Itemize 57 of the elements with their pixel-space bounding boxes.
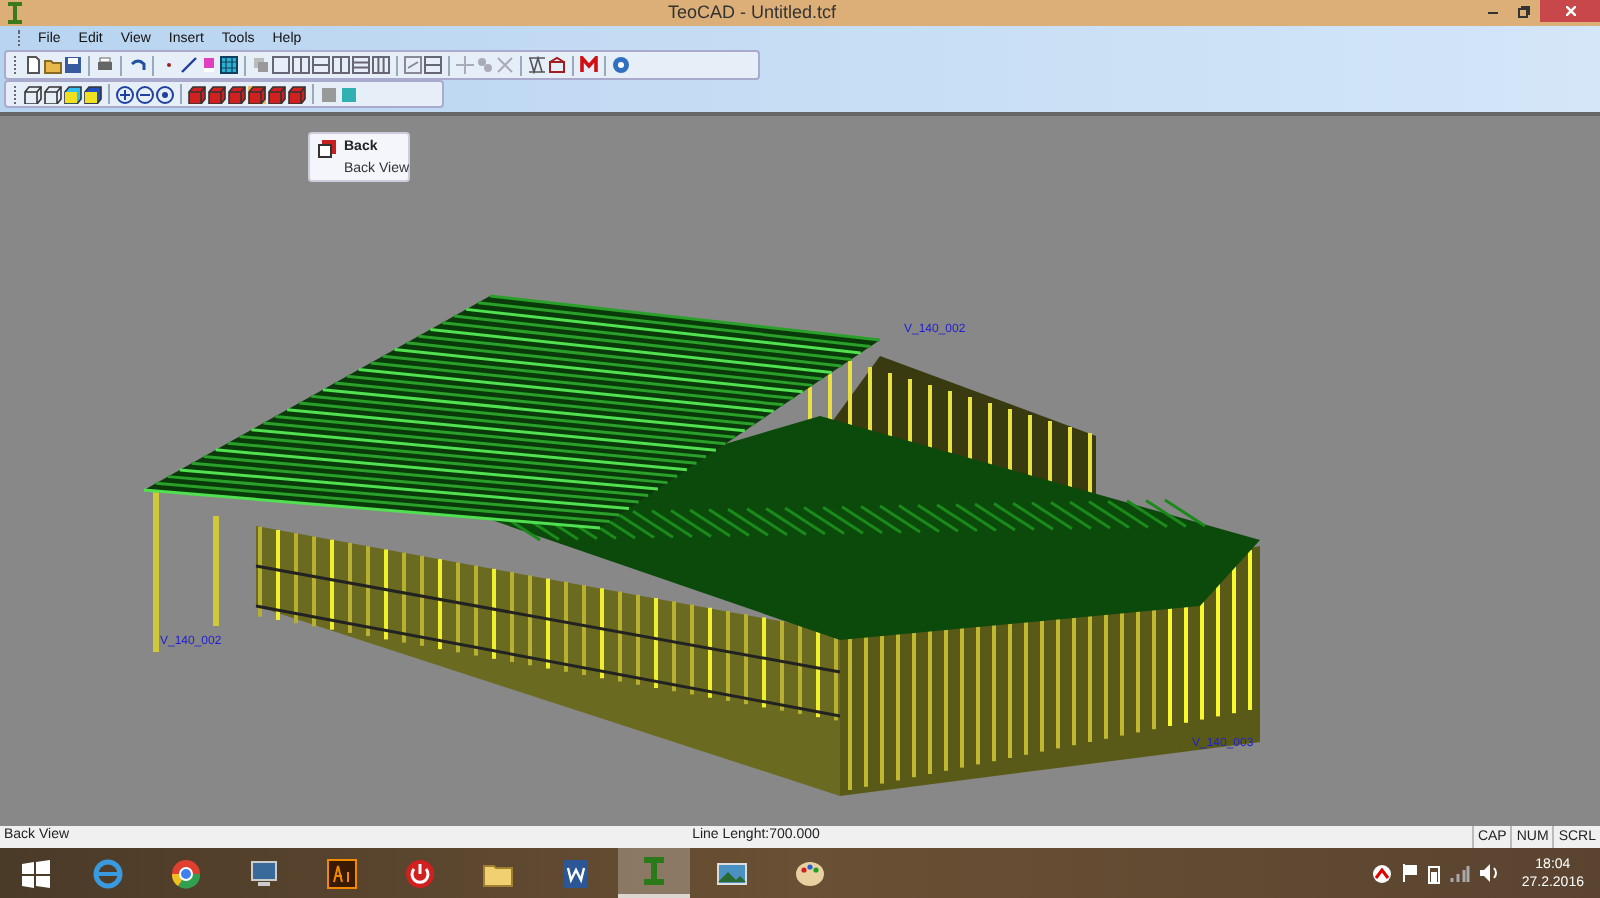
shaded-cube-icon[interactable] <box>64 85 82 103</box>
three-columns-icon[interactable] <box>372 56 390 74</box>
windows-logo-icon <box>22 859 50 887</box>
shaded-cube-icon[interactable] <box>84 85 102 103</box>
three-rows-icon[interactable] <box>352 56 370 74</box>
grid-icon[interactable] <box>220 56 238 74</box>
landscape-icon <box>716 857 748 889</box>
tray-icon[interactable] <box>1371 863 1392 883</box>
solid-cube-view-icon[interactable] <box>268 85 286 103</box>
wireframe-cube-icon[interactable] <box>44 85 62 103</box>
solid-cube-view-icon[interactable] <box>188 85 206 103</box>
i-beam-icon <box>638 855 670 887</box>
power-icon <box>404 857 436 889</box>
open-folder-icon[interactable] <box>44 56 62 74</box>
zoom-out-icon[interactable] <box>136 85 154 103</box>
eraser-icon[interactable] <box>200 56 218 74</box>
palette-icon <box>794 857 826 889</box>
solid-cube-view-icon[interactable] <box>288 85 306 103</box>
nodes-icon[interactable] <box>476 56 494 74</box>
app-logo-icon <box>6 2 24 24</box>
zoom-in-icon[interactable] <box>116 85 134 103</box>
minimize-icon <box>1487 9 1497 13</box>
close-icon <box>1565 6 1575 16</box>
solid-cube-view-icon[interactable] <box>228 85 246 103</box>
save-icon[interactable] <box>64 56 82 74</box>
monitor-icon <box>248 857 280 889</box>
speaker-icon[interactable] <box>1479 864 1500 882</box>
document-w-icon <box>560 857 592 889</box>
taskbar-app-button[interactable] <box>618 848 690 898</box>
rows-icon[interactable] <box>424 56 442 74</box>
help-icon[interactable] <box>612 56 630 74</box>
line-icon[interactable] <box>180 56 198 74</box>
signal-icon[interactable] <box>1449 864 1470 882</box>
window-title: TeoCAD - Untitled.tcf <box>665 0 839 26</box>
rows-icon[interactable] <box>312 56 330 74</box>
battery-icon[interactable] <box>1427 863 1440 883</box>
solid-cube-view-icon[interactable] <box>208 85 226 103</box>
truss-icon[interactable] <box>528 56 546 74</box>
ai-app-icon <box>326 857 358 889</box>
m-letter-icon[interactable] <box>580 56 598 74</box>
columns-icon[interactable] <box>332 56 350 74</box>
browser-circle-icon <box>170 857 202 889</box>
frame-icon[interactable] <box>548 56 566 74</box>
close-button[interactable] <box>1540 0 1600 22</box>
chart-frame-icon[interactable] <box>404 56 422 74</box>
browser-e-icon <box>92 857 124 889</box>
zoom-extents-icon[interactable] <box>156 85 174 103</box>
print-icon[interactable] <box>96 56 114 74</box>
wireframe-cube-icon[interactable] <box>24 85 42 103</box>
new-file-icon[interactable] <box>24 56 42 74</box>
restore-icon <box>1518 5 1530 17</box>
columns-icon[interactable] <box>292 56 310 74</box>
undo-icon[interactable] <box>128 56 146 74</box>
rectangle-icon[interactable] <box>272 56 290 74</box>
back-view-cube-icon <box>318 140 336 158</box>
solid-cube-view-icon[interactable] <box>248 85 266 103</box>
flag-icon[interactable] <box>1401 864 1418 882</box>
